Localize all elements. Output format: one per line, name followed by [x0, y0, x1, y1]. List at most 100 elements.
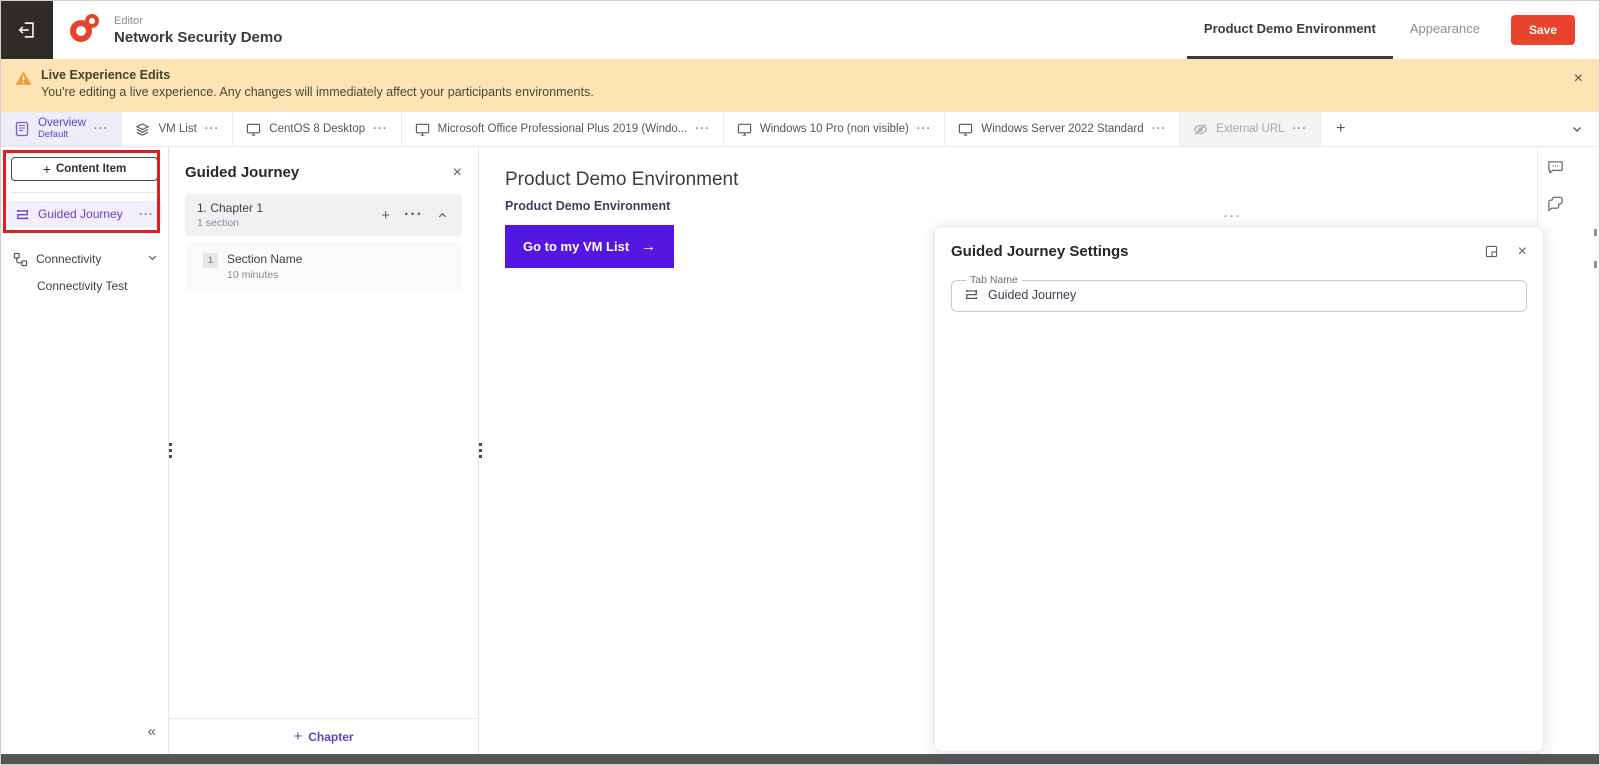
section-duration: 10 minutes	[227, 269, 279, 281]
env-tab-centos-8-desktop[interactable]: CentOS 8 Desktop ···	[233, 112, 402, 146]
header-nav: Product Demo Environment Appearance Save	[1186, 1, 1599, 59]
tab-menu-icon[interactable]: ···	[373, 123, 388, 135]
add-tab-button[interactable]: +	[1321, 112, 1360, 146]
sidebar-item-connectivity-test[interactable]: Connectivity Test	[37, 279, 168, 293]
tab-name-row	[962, 286, 1516, 302]
tab-menu-icon[interactable]: ···	[205, 123, 220, 135]
sidebar-resize-handle[interactable]	[169, 443, 172, 458]
add-content-item-button[interactable]: + Content Item	[11, 157, 158, 181]
content-sidebar: + Content Item Guided Journey ··· Connec…	[1, 147, 172, 754]
connectivity-icon	[13, 252, 28, 266]
editor-label: Editor	[114, 14, 143, 27]
chapter-meta: 1 section	[197, 217, 240, 229]
journey-panel-title: Guided Journey	[185, 164, 300, 181]
env-tab-external-url[interactable]: External URL ···	[1180, 112, 1322, 146]
eye-off-icon	[1193, 123, 1208, 135]
experience-title: Network Security Demo	[114, 28, 283, 46]
settings-panel-actions: ×	[1485, 243, 1527, 260]
banner-title: Live Experience Edits	[41, 68, 171, 82]
journey-panel-close-icon[interactable]: ×	[453, 164, 462, 181]
tab-product-demo-environment[interactable]: Product Demo Environment	[1186, 1, 1393, 59]
plus-icon: +	[293, 728, 303, 745]
settings-panel-title: Guided Journey Settings	[951, 243, 1129, 260]
journey-panel-resize-handle[interactable]	[479, 443, 482, 458]
env-tab-label: Windows 10 Pro (non visible)	[759, 123, 909, 135]
plus-icon: +	[42, 161, 51, 177]
tab-menu-icon[interactable]: ···	[695, 123, 710, 135]
preview-subheading: Product Demo Environment	[505, 199, 671, 213]
env-tab-label: CentOS 8 Desktop	[269, 123, 366, 135]
add-section-icon[interactable]: +	[381, 208, 390, 223]
overview-icon	[15, 121, 29, 137]
monitor-icon	[737, 123, 752, 136]
app-header: Editor Network Security Demo Product Dem…	[1, 1, 1599, 59]
tab-menu-icon[interactable]: ···	[917, 123, 932, 135]
sidebar-item-menu-icon[interactable]: ···	[139, 207, 154, 221]
journey-panel-footer: + Chapter	[169, 718, 478, 754]
env-tab-windows-10-pro[interactable]: Windows 10 Pro (non visible) ···	[724, 112, 946, 146]
right-icon-strip	[1537, 147, 1599, 754]
go-to-vm-list-button[interactable]: Go to my VM List →	[505, 225, 675, 268]
section-index-badge: 1	[203, 253, 218, 268]
exit-editor-button[interactable]	[1, 1, 53, 59]
env-tab-overview[interactable]: Overview Default ···	[1, 112, 123, 146]
tab-name-input[interactable]	[988, 287, 1514, 302]
brand-logo	[67, 12, 101, 49]
section-name: Section Name	[227, 252, 303, 266]
tab-name-label: Tab Name	[970, 274, 1018, 286]
guided-journey-icon	[965, 290, 978, 300]
guided-journey-icon	[16, 209, 29, 219]
env-tab-label: External URL	[1216, 123, 1285, 135]
settings-panel-close-icon[interactable]: ×	[1518, 243, 1527, 260]
banner-close-icon[interactable]: ×	[1574, 71, 1583, 87]
env-tab-label: Windows Server 2022 Standard	[981, 123, 1144, 135]
chapter-menu-icon[interactable]: ···	[404, 206, 423, 224]
chapter-collapse-icon[interactable]	[437, 210, 448, 221]
monitor-icon	[959, 123, 973, 136]
tabbar-chevron-down-icon[interactable]	[1571, 112, 1599, 146]
env-tab-label: Microsoft Office Professional Plus 2019 …	[437, 123, 688, 135]
sidebar-item-label: Guided Journey	[38, 207, 123, 221]
tab-menu-icon[interactable]: ···	[94, 123, 109, 135]
add-chapter-label: Chapter	[308, 729, 354, 744]
env-tab-label: VM List	[158, 123, 197, 135]
tab-name-field: Tab Name	[951, 274, 1527, 312]
chevron-down-icon[interactable]	[147, 252, 158, 266]
title-block: Editor Network Security Demo	[114, 15, 282, 46]
env-tab-windows-server-2022[interactable]: Windows Server 2022 Standard ···	[945, 112, 1181, 146]
chats-icon[interactable]	[1547, 195, 1599, 216]
section-item[interactable]: 1 Section Name 10 minutes	[185, 242, 462, 291]
banner-message: You're editing a live experience. Any ch…	[41, 85, 594, 99]
settings-panel-drag-handle[interactable]: ···	[1224, 209, 1242, 223]
expand-panel-icon[interactable]	[1485, 245, 1498, 258]
preview-heading: Product Demo Environment	[505, 169, 739, 190]
chapter-card[interactable]: 1. Chapter 1 1 section + ···	[185, 194, 462, 236]
sidebar-item-guided-journey[interactable]: Guided Journey ···	[7, 201, 162, 227]
sidebar-group-label: Connectivity	[36, 252, 102, 266]
chapter-text: 1. Chapter 1 1 section	[197, 201, 263, 229]
bottom-bar	[1, 754, 1599, 764]
comment-icon[interactable]	[1547, 159, 1599, 180]
collapse-sidebar-icon[interactable]: «	[148, 723, 156, 740]
main-preview: Product Demo Environment Product Demo En…	[479, 147, 1599, 754]
monitor-icon	[415, 123, 429, 136]
add-chapter-button[interactable]: + Chapter	[293, 728, 353, 745]
sidebar-divider	[11, 192, 158, 193]
live-edits-banner: Live Experience Edits You're editing a l…	[1, 59, 1599, 112]
tab-appearance[interactable]: Appearance	[1393, 1, 1497, 59]
section-text: Section Name 10 minutes	[227, 252, 302, 281]
layers-icon	[136, 122, 150, 136]
env-tab-sublabel: Default	[38, 129, 69, 141]
chapter-name: 1. Chapter 1	[197, 201, 264, 215]
guided-journey-settings-panel: Guided Journey Settings × Tab Name	[934, 226, 1544, 752]
sidebar-group-connectivity[interactable]: Connectivity	[13, 247, 158, 271]
settings-panel-header: Guided Journey Settings ×	[935, 227, 1543, 260]
scrollbar[interactable]	[1594, 229, 1597, 293]
exit-icon	[18, 22, 34, 38]
env-tab-vm-list[interactable]: VM List ···	[122, 112, 234, 146]
save-button[interactable]: Save	[1510, 15, 1575, 45]
tab-menu-icon[interactable]: ···	[1152, 123, 1167, 135]
editor-app: Editor Network Security Demo Product Dem…	[0, 0, 1600, 765]
env-tab-ms-office[interactable]: Microsoft Office Professional Plus 2019 …	[402, 112, 724, 146]
tab-menu-icon[interactable]: ···	[1293, 123, 1308, 135]
